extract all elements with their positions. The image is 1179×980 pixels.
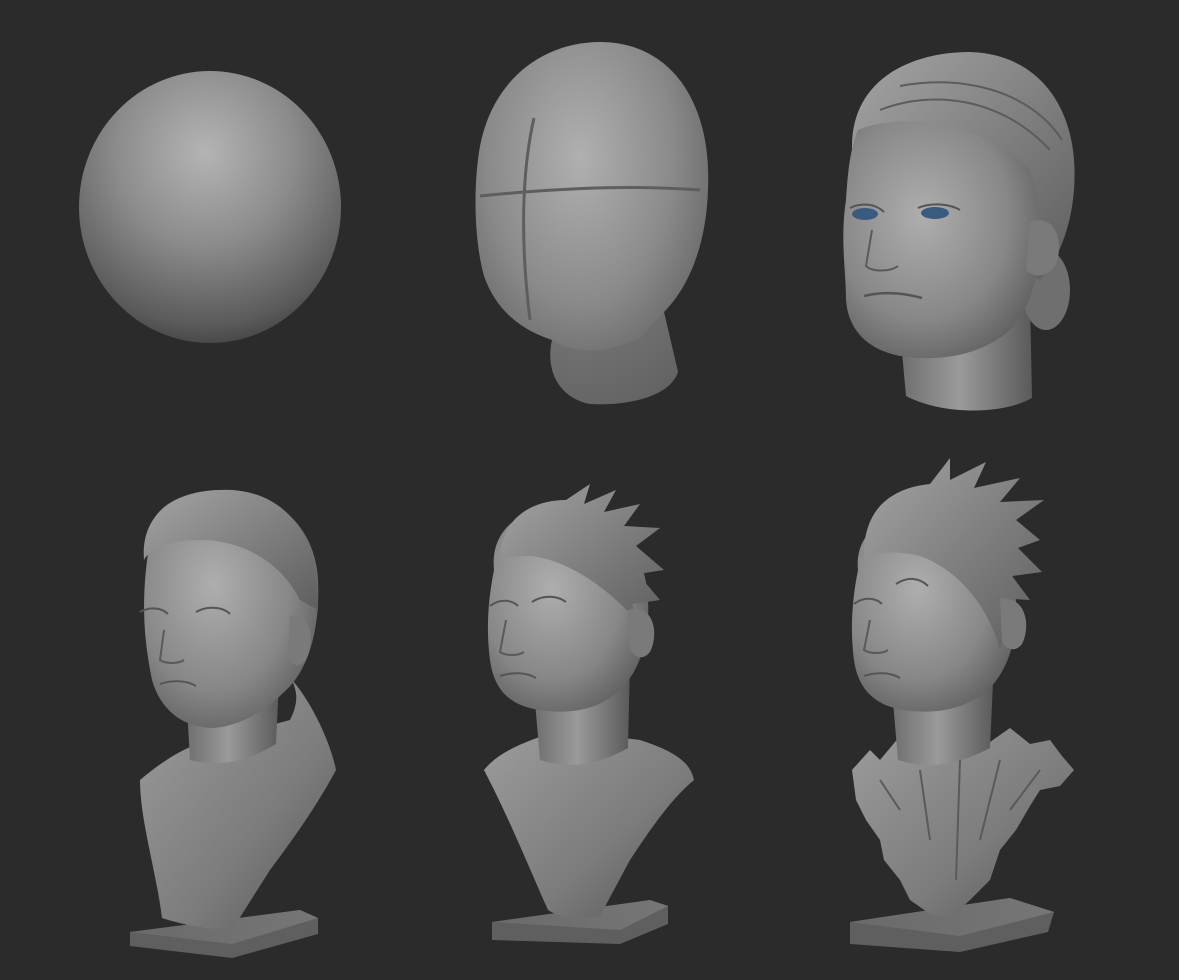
stage-bust-textured-final: [850, 458, 1074, 952]
stage-bust-slick-hair: [130, 489, 336, 958]
stage-blockout-head: [475, 42, 709, 405]
stage-refined-head: [843, 52, 1075, 411]
stage-sphere: [79, 71, 341, 343]
stage-bust-windswept-hair: [484, 484, 694, 944]
sculpt-progression-canvas: [0, 0, 1179, 980]
